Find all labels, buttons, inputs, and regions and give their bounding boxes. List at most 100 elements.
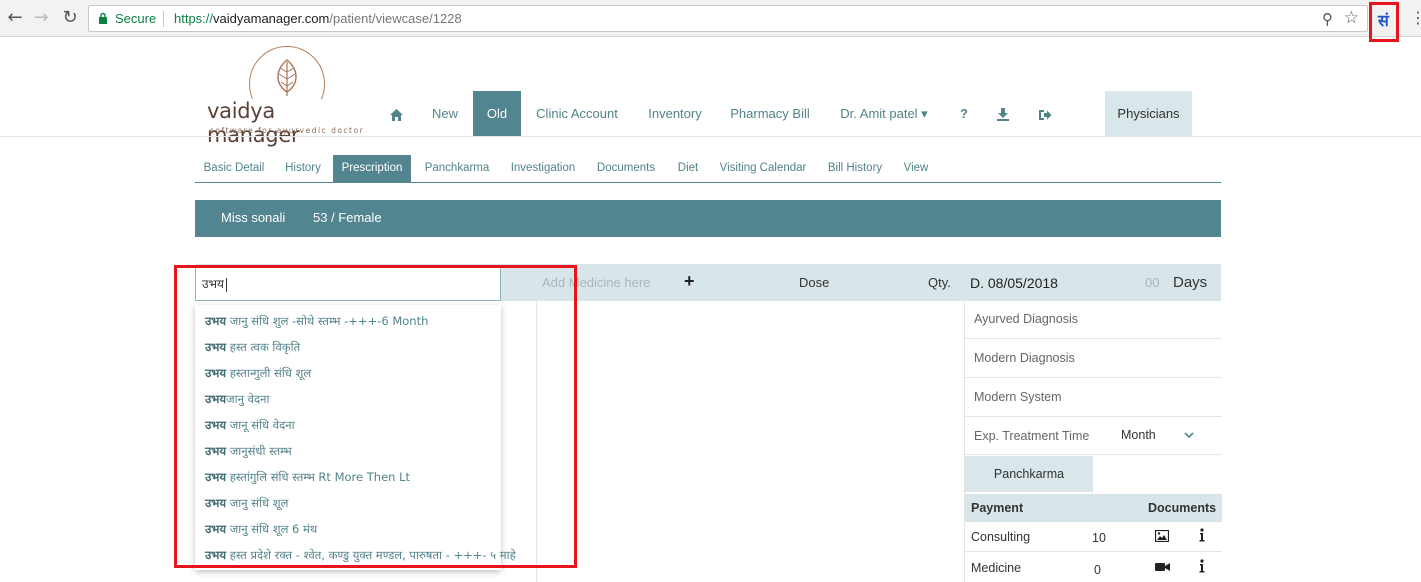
nav-new[interactable]: New — [425, 91, 465, 136]
address-bar[interactable]: Secure https://vaidyamanager.com/patient… — [88, 5, 1368, 32]
leaf-icon — [277, 59, 297, 96]
info-icon[interactable] — [1199, 559, 1205, 573]
suggestion-text: जानु संधि शूल 6 मंथ — [226, 522, 318, 536]
info-icon[interactable] — [1199, 528, 1205, 542]
payment-header: Payment Documents — [965, 494, 1222, 522]
suggestion-text: जानुसंधी स्तम्भ — [226, 444, 292, 458]
suggestion-item[interactable]: उभयजानु वेदना — [205, 392, 269, 407]
ayurved-diagnosis-label: Ayurved Diagnosis — [974, 312, 1078, 326]
back-icon[interactable]: ← — [5, 8, 25, 28]
suggestion-match: उभय — [205, 314, 227, 328]
logout-icon[interactable] — [1035, 91, 1055, 136]
chevron-down-icon[interactable] — [1184, 431, 1194, 439]
tab-history[interactable]: History — [277, 155, 329, 182]
patient-info-bar: Miss sonali 53 / Female — [195, 200, 1221, 237]
medicine-search-input[interactable]: उभय — [195, 267, 501, 301]
payment-row: Consulting 10 — [965, 522, 1222, 552]
suggestion-text: जानु वेदना — [226, 392, 270, 406]
suggestion-match: उभय — [205, 392, 227, 406]
treatment-unit-select[interactable]: Month — [1121, 428, 1156, 442]
payment-row: Medicine 0 — [965, 553, 1222, 582]
home-icon[interactable] — [380, 91, 412, 136]
tab-basic-detail[interactable]: Basic Detail — [195, 155, 273, 182]
suggestion-item[interactable]: उभय जानु संधि शूल — [205, 496, 288, 511]
logo-tagline: software for ayurvedic doctor — [210, 126, 365, 135]
days-input[interactable]: 00 — [1145, 275, 1159, 290]
nav-doctor-menu[interactable]: Dr. Amit patel ▾ — [834, 91, 934, 136]
forward-icon[interactable]: → — [31, 8, 51, 28]
suggestion-text: जानु संधि शुल -सोथे स्तम्भ -+++-6 Month — [226, 314, 429, 328]
prescription-entry-row: उभय Add Medicine here + Dose Qty. D. 08/… — [195, 264, 1221, 301]
add-medicine-plus-icon[interactable]: + — [684, 271, 695, 292]
help-icon[interactable]: ? — [954, 91, 974, 136]
suggestion-item[interactable]: उभय जानु संधि शूल 6 मंथ — [205, 522, 317, 537]
medicine-amount[interactable]: 0 — [1094, 563, 1101, 577]
suggestion-text: जानू संधि वेदना — [226, 418, 295, 432]
suggestion-item[interactable]: उभय हस्त त्वक विकृति — [205, 340, 300, 355]
nav-pharmacy-bill[interactable]: Pharmacy Bill — [726, 91, 814, 136]
suggestion-item[interactable]: उभय जानू संधि वेदना — [205, 418, 295, 433]
suggestion-text: हस्त प्रदेशे रक्त - श्वेत, कण्डु युक्त म… — [226, 548, 516, 562]
payment-label: Payment — [971, 501, 1024, 515]
exp-treatment-time-row: Exp. Treatment Time Month — [965, 417, 1222, 455]
text-caret — [225, 277, 227, 292]
browser-toolbar: ← → ↻ Secure https://vaidyamanager.com/p… — [0, 0, 1421, 42]
tab-documents[interactable]: Documents — [591, 155, 661, 182]
suggestion-item[interactable]: उभय हस्तान्गुली संधि शूल — [205, 366, 311, 381]
reload-icon[interactable]: ↻ — [60, 8, 80, 28]
zoom-icon[interactable]: ⚲ — [1322, 10, 1333, 28]
url-path: /patient/viewcase/1228 — [329, 11, 462, 26]
suggestion-item[interactable]: उभय हस्तांगुलि संधि स्तम्भ Rt More Then … — [205, 470, 410, 485]
documents-label: Documents — [1148, 501, 1217, 515]
suggestion-match: उभय — [205, 496, 227, 510]
prescription-date[interactable]: D. 08/05/2018 — [970, 275, 1058, 291]
suggestion-item[interactable]: उभय जानु संधि शुल -सोथे स्तम्भ -+++-6 Mo… — [205, 314, 428, 329]
panchkarma-button[interactable]: Panchkarma — [965, 456, 1093, 492]
suggestion-match: उभय — [205, 418, 227, 432]
suggestion-item[interactable]: उभय हस्त प्रदेशे रक्त - श्वेत, कण्डु युक… — [205, 548, 516, 563]
consulting-amount[interactable]: 10 — [1092, 531, 1106, 545]
modern-diagnosis-field[interactable]: Modern Diagnosis — [965, 339, 1222, 378]
header-divider — [0, 136, 1421, 137]
tab-bill-history[interactable]: Bill History — [821, 155, 889, 182]
suggestion-match: उभय — [205, 548, 227, 562]
medicine-input-value: उभय — [202, 277, 224, 291]
extension-highlight: सं — [1369, 2, 1399, 42]
physicians-button[interactable]: Physicians — [1105, 91, 1192, 136]
tab-panchkarma[interactable]: Panchkarma — [417, 155, 497, 182]
patient-age-gender: 53 / Female — [313, 210, 382, 225]
tab-prescription[interactable]: Prescription — [333, 155, 411, 182]
tab-visiting-calendar[interactable]: Visiting Calendar — [715, 155, 811, 182]
download-icon[interactable] — [993, 91, 1013, 136]
ayurved-diagnosis-field[interactable]: Ayurved Diagnosis — [965, 301, 1222, 339]
logo-name: vaidya manager — [205, 99, 370, 147]
patient-name: Miss sonali — [221, 210, 286, 225]
modern-system-field[interactable]: Modern System — [965, 378, 1222, 417]
days-label: Days — [1173, 274, 1208, 291]
url-text: https://vaidyamanager.com/patient/viewca… — [174, 11, 462, 26]
patient-tabs: Basic Detail History Prescription Panchk… — [195, 155, 1221, 183]
nav-clinic-account[interactable]: Clinic Account — [530, 91, 624, 136]
bookmark-star-icon[interactable]: ☆ — [1344, 8, 1359, 28]
payment-row-label: Medicine — [971, 561, 1022, 575]
extension-icon[interactable]: सं — [1378, 9, 1389, 31]
image-icon[interactable] — [1155, 530, 1169, 542]
qty-label: Qty. — [928, 275, 951, 290]
video-icon[interactable] — [1155, 562, 1170, 572]
suggestion-match: उभय — [205, 366, 227, 380]
browser-menu-icon[interactable]: ⋮ — [1410, 8, 1421, 27]
suggestion-item[interactable]: उभय जानुसंधी स्तम्भ — [205, 444, 292, 459]
tab-investigation[interactable]: Investigation — [503, 155, 583, 182]
app-logo[interactable]: vaidya manager software for ayurvedic do… — [205, 44, 370, 147]
nav-old[interactable]: Old — [473, 91, 521, 136]
diagnosis-panel: Ayurved Diagnosis Modern Diagnosis Moder… — [964, 301, 1222, 582]
suggestion-text: हस्तान्गुली संधि शूल — [226, 366, 312, 380]
url-scheme: https:// — [174, 11, 214, 26]
tab-diet[interactable]: Diet — [669, 155, 707, 182]
medicine-suggestions: उभय जानु संधि शुल -सोथे स्तम्भ -+++-6 Mo… — [195, 305, 516, 570]
add-medicine-placeholder[interactable]: Add Medicine here — [542, 275, 650, 290]
modern-system-label: Modern System — [974, 390, 1062, 404]
tab-view[interactable]: View — [897, 155, 935, 182]
nav-inventory[interactable]: Inventory — [639, 91, 711, 136]
modern-diagnosis-label: Modern Diagnosis — [974, 351, 1075, 365]
